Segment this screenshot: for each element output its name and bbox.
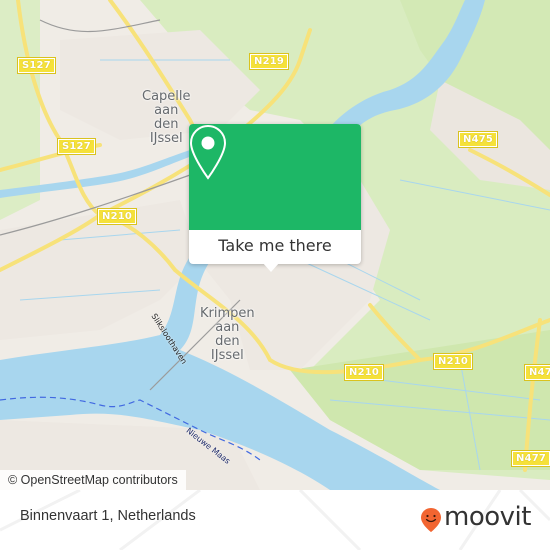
take-me-there-button[interactable]: Take me there xyxy=(189,230,361,262)
moovit-logo[interactable]: moovit xyxy=(420,502,540,533)
moovit-pin-icon xyxy=(421,508,441,532)
road-shield-n210: N210 xyxy=(343,364,385,381)
place-label-line: Krimpen xyxy=(200,306,255,321)
place-label-capelle: Capelle aan den IJssel xyxy=(142,90,191,146)
place-label-line: den xyxy=(215,334,240,349)
map-attribution[interactable]: © OpenStreetMap contributors xyxy=(0,470,186,490)
road-shield-s127: S127 xyxy=(17,57,56,74)
road-shield-n477: N477 xyxy=(523,364,550,381)
place-label-line: IJssel xyxy=(210,348,244,363)
place-label-krimpen: Krimpen aan den IJssel xyxy=(200,307,255,363)
place-label-line: IJssel xyxy=(149,131,183,146)
place-label-line: den xyxy=(154,117,179,132)
road-shield-n475: N475 xyxy=(457,131,499,148)
address-label: Binnenvaart 1, Netherlands xyxy=(20,508,196,524)
place-label-line: aan xyxy=(215,320,240,335)
place-label-line: aan xyxy=(154,103,179,118)
location-pin-icon xyxy=(189,124,227,180)
place-label-line: Capelle xyxy=(142,89,191,104)
footer: Binnenvaart 1, Netherlands moovit xyxy=(0,490,550,550)
road-shield-n210: N210 xyxy=(96,208,138,225)
destination-popup: Take me there xyxy=(189,124,361,264)
road-shield-n219: N219 xyxy=(248,53,290,70)
moovit-wordmark: moovit xyxy=(444,502,531,532)
road-shield-n210: N210 xyxy=(432,353,474,370)
popup-pointer xyxy=(262,262,280,272)
popup-header xyxy=(189,124,361,230)
road-shield-s127: S127 xyxy=(57,138,96,155)
road-shield-n477: N477 xyxy=(510,450,550,467)
map-view[interactable]: Capelle aan den IJssel Krimpen aan den I… xyxy=(0,0,550,490)
